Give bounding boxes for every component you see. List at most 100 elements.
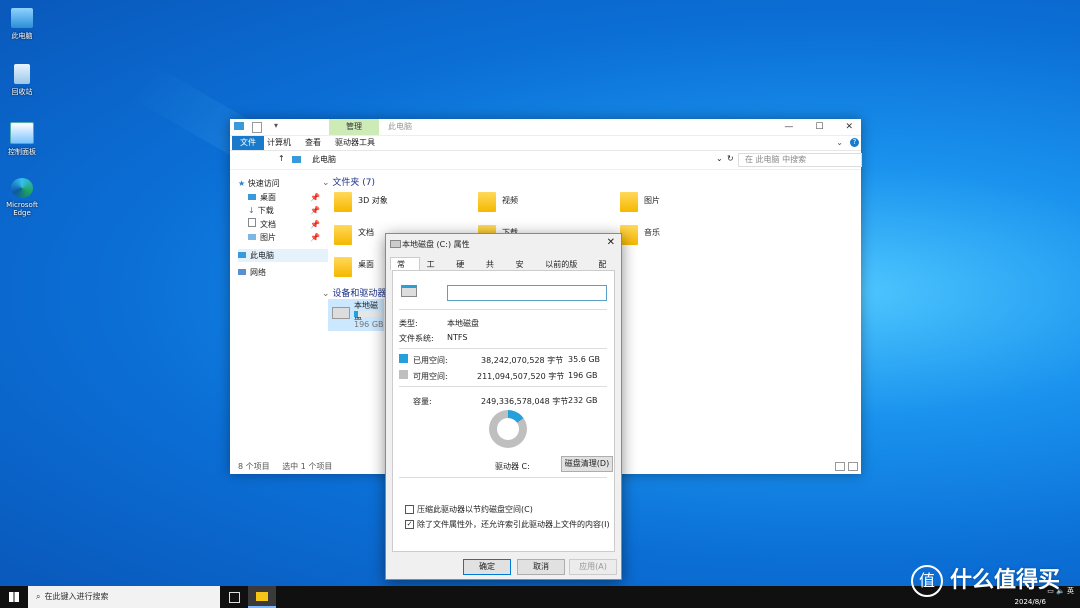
large-icons-view-icon[interactable]: [848, 462, 858, 471]
tab-drive-tools[interactable]: 驱动器工具: [330, 136, 380, 150]
taskbar-search-placeholder: 在此键入进行搜索: [44, 592, 109, 601]
group-header-devices[interactable]: ⌄ 设备和驱动器: [322, 286, 386, 299]
computer-icon: [234, 122, 244, 130]
compress-checkbox-row[interactable]: 压缩此驱动器以节约磁盘空间(C): [405, 504, 533, 515]
start-windows-icon[interactable]: [9, 592, 19, 602]
used-bytes: 38,242,070,528 字节: [481, 356, 564, 365]
properties-dialog: 本地磁盘 (C:) 属性 ✕ 常规 工具 硬件 共享 安全 以前的版本 配额 类…: [385, 233, 622, 580]
nav-item-desktop[interactable]: 桌面 📌: [238, 191, 328, 205]
compress-checkbox[interactable]: [405, 505, 414, 514]
apply-button[interactable]: 应用(A): [569, 559, 617, 575]
drive-name-input[interactable]: [447, 285, 607, 301]
desktop-icon-label: Microsoft Edge: [6, 201, 38, 217]
ribbon-context-tab-manage[interactable]: 管理: [329, 119, 379, 135]
nav-this-pc[interactable]: 此电脑: [238, 248, 328, 262]
free-label: 可用空间:: [413, 372, 448, 381]
taskbar-date[interactable]: 2024/8/6: [1015, 598, 1046, 606]
tab-quota[interactable]: 配额: [591, 257, 621, 282]
pin-icon[interactable]: 📌: [310, 218, 320, 232]
address-input[interactable]: 此电脑: [288, 154, 728, 166]
dialog-tabs: 常规 工具 硬件 共享 安全 以前的版本 配额: [390, 257, 621, 282]
pin-icon[interactable]: 📌: [310, 191, 320, 205]
address-bar-row: ↑ 此电脑 ⌄ ↻ 在 此电脑 中搜索: [230, 151, 862, 170]
maximize-icon[interactable]: ☐: [815, 122, 823, 132]
computer-icon: [238, 251, 246, 258]
desktop-icon-label: 此电脑: [11, 32, 33, 40]
status-bar: 8 个项目 选中 1 个项目: [238, 461, 332, 472]
customize-quick-access-icon[interactable]: ▾: [274, 121, 278, 130]
breadcrumb-this-pc[interactable]: 此电脑: [312, 155, 336, 164]
taskbar-search-box[interactable]: ⌕ 在此键入进行搜索: [28, 586, 220, 608]
tab-tools[interactable]: 工具: [420, 257, 450, 282]
search-input[interactable]: 在 此电脑 中搜索: [738, 153, 862, 167]
cancel-button[interactable]: 取消: [517, 559, 565, 575]
close-icon[interactable]: ✕: [607, 237, 615, 248]
pin-icon[interactable]: 📌: [310, 204, 320, 218]
free-color-swatch: [399, 370, 408, 379]
star-icon: ★: [238, 179, 248, 188]
index-checkbox-row[interactable]: ✓ 除了文件属性外，还允许索引此驱动器上文件的内容(I): [405, 519, 610, 530]
watermark-text: 什么值得买: [950, 568, 1061, 593]
group-header-folders[interactable]: ⌄ 文件夹 (7): [322, 175, 375, 188]
minimize-icon[interactable]: —: [784, 122, 793, 132]
nav-item-pictures[interactable]: 图片 📌: [238, 231, 328, 245]
desktop-icon-label: 控制面板: [8, 148, 36, 156]
donut-hole: [497, 418, 519, 440]
pictures-icon: [248, 234, 256, 240]
tab-previous-versions[interactable]: 以前的版本: [538, 257, 591, 282]
close-icon[interactable]: ✕: [845, 122, 853, 132]
properties-quick-icon[interactable]: [252, 122, 262, 133]
desktop-icon-this-pc[interactable]: 此电脑: [2, 8, 42, 41]
tab-security[interactable]: 安全: [509, 257, 539, 282]
nav-item-downloads[interactable]: ↓ 下载 📌: [238, 204, 328, 218]
folder-icon: [334, 225, 352, 245]
pin-icon[interactable]: 📌: [310, 231, 320, 245]
index-checkbox[interactable]: ✓: [405, 520, 414, 529]
tab-hardware[interactable]: 硬件: [449, 257, 479, 282]
navigation-pane: ★ 快速访问 桌面 📌 ↓ 下载 📌 文档 📌 图片 📌 此电脑 网络: [238, 177, 328, 280]
ribbon-expand-icon[interactable]: ⌄: [836, 138, 843, 147]
ime-indicator[interactable]: 英: [1067, 587, 1074, 595]
nav-quick-access[interactable]: ★ 快速访问: [238, 177, 328, 191]
nav-item-documents[interactable]: 文档 📌: [238, 217, 328, 232]
tab-general[interactable]: 常规: [390, 257, 420, 282]
up-arrow-icon[interactable]: ↑: [278, 154, 285, 163]
watermark-logo: 值: [911, 565, 943, 597]
document-icon: [248, 217, 256, 227]
drive-icon: [401, 285, 417, 297]
free-size: 196 GB: [568, 371, 598, 380]
drive-item-c[interactable]: 本地磁盘 196 GB: [328, 299, 384, 331]
details-view-icon[interactable]: [835, 462, 845, 471]
tab-computer[interactable]: 计算机: [262, 136, 296, 150]
network-icon: [238, 269, 246, 275]
used-size: 35.6 GB: [568, 355, 601, 364]
status-selected: 选中 1 个项目: [282, 462, 333, 471]
drive-usage-bar: [354, 311, 382, 317]
download-icon: ↓: [248, 206, 255, 215]
nav-network[interactable]: 网络: [238, 266, 328, 280]
refresh-icon[interactable]: ↻: [727, 154, 734, 163]
tab-sharing[interactable]: 共享: [479, 257, 509, 282]
folder-icon: [334, 192, 352, 212]
search-icon: ⌕: [36, 592, 41, 601]
desktop-icon-control-panel[interactable]: 控制面板: [2, 122, 42, 157]
file-explorer-taskbar-icon[interactable]: [248, 586, 276, 608]
chevron-down-icon: ⌄: [322, 178, 333, 188]
address-dropdown-icon[interactable]: ⌄: [716, 154, 723, 163]
filesystem-value: NTFS: [447, 333, 468, 342]
used-color-swatch: [399, 354, 408, 363]
desktop-icon-edge[interactable]: Microsoft Edge: [2, 178, 42, 217]
ribbon-tabs: 文件 计算机 查看 驱动器工具 ⌄ ?: [230, 136, 861, 151]
capacity-bytes: 249,336,578,048 字节: [481, 397, 569, 406]
recycle-bin-icon: [14, 64, 30, 84]
computer-icon: [11, 8, 33, 28]
desktop-icon-recycle-bin[interactable]: 回收站: [2, 64, 42, 97]
folder-icon: [334, 257, 352, 277]
help-icon[interactable]: ?: [850, 138, 859, 147]
explorer-titlebar: ▾ 管理 此电脑 — ☐ ✕: [230, 119, 861, 136]
tab-view[interactable]: 查看: [300, 136, 326, 150]
disk-cleanup-button[interactable]: 磁盘清理(D): [561, 456, 613, 472]
ok-button[interactable]: 确定: [463, 559, 511, 575]
tab-file[interactable]: 文件: [232, 136, 264, 150]
task-view-icon[interactable]: [229, 592, 240, 603]
